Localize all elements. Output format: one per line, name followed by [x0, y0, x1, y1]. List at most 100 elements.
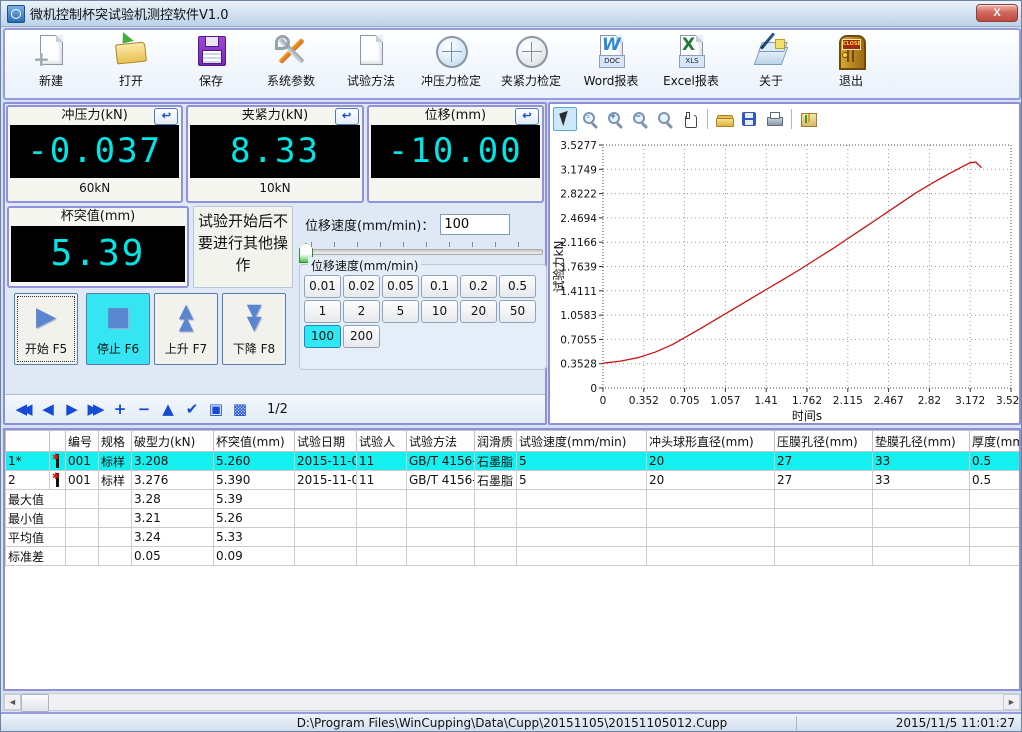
control-button-label: 下降 F8 [233, 340, 275, 357]
column-header[interactable] [6, 431, 50, 452]
chart-pan-icon[interactable] [678, 107, 702, 131]
close-button[interactable]: X [976, 4, 1018, 22]
chart-open-icon[interactable] [712, 107, 736, 131]
speed-preset-200[interactable]: 200 [343, 325, 380, 348]
column-header[interactable]: 压膜孔径(mm) [775, 431, 873, 452]
chart-save-icon[interactable] [737, 107, 761, 131]
table-cell: 0.5 [970, 452, 1022, 471]
navigator-last-icon[interactable]: ▶▶ [85, 398, 107, 420]
specimen-marker-icon [52, 454, 62, 468]
zero-reset-icon[interactable]: ↩ [335, 108, 359, 125]
chart-cursor-icon[interactable] [553, 107, 577, 131]
navigator-prior-icon[interactable]: ◀ [37, 398, 59, 420]
table-cell: 27 [775, 471, 873, 490]
speed-preset-50[interactable]: 50 [499, 300, 536, 323]
control-button-play[interactable]: ▶ 开始 F5 [14, 293, 78, 365]
slider-track[interactable] [301, 249, 543, 255]
toolbar-button-3[interactable]: 保存 [175, 33, 247, 97]
column-header[interactable]: 试验人 [357, 431, 407, 452]
column-header[interactable]: 规格 [99, 431, 132, 452]
chart-toolbar-separator [791, 109, 792, 129]
toolbar-button-4[interactable]: 系统参数 [255, 33, 327, 97]
navigator-first-icon[interactable]: ◀◀ [13, 398, 35, 420]
table-cell: 2015-11-05 [295, 452, 357, 471]
column-header[interactable]: 试验速度(mm/min) [517, 431, 647, 452]
control-button-down[interactable]: ▼▼ 下降 F8 [222, 293, 286, 365]
toolbar-button-6[interactable]: 冲压力检定 [415, 33, 487, 97]
titlebar: 微机控制杯突试验机测控软件V1.0 X [1, 1, 1022, 27]
speed-preset-0.05[interactable]: 0.05 [382, 275, 419, 298]
scroll-left-arrow-icon[interactable]: ◄ [4, 694, 21, 710]
speed-preset-0.2[interactable]: 0.2 [460, 275, 497, 298]
navigator-post-icon[interactable]: ✔ [181, 398, 203, 420]
toolbar-button-9[interactable]: XXLS Excel报表 [655, 33, 727, 97]
speed-preset-100[interactable]: 100 [304, 325, 341, 348]
chart-zoom-window-icon[interactable]: ▫ [578, 107, 602, 131]
window-title: 微机控制杯突试验机测控软件V1.0 [30, 4, 229, 23]
column-header[interactable]: 试验方法 [407, 431, 475, 452]
navigator-delete-icon[interactable]: − [133, 398, 155, 420]
navigator-cancel-icon[interactable]: ▩ [229, 398, 251, 420]
horizontal-scrollbar[interactable]: ◄ ► [3, 693, 1021, 711]
toolbar-button-5[interactable]: 试验方法 [335, 33, 407, 97]
control-button-label: 停止 F6 [97, 340, 139, 357]
display-3: 位移(mm) -10.00 ↩ [367, 105, 544, 203]
scrollbar-thumb[interactable] [21, 694, 49, 712]
navigator-refresh-icon[interactable]: ▣ [205, 398, 227, 420]
chart-zoom-icon[interactable] [653, 107, 677, 131]
table-cell: GB/T 4156- [407, 452, 475, 471]
navigator-next-icon[interactable]: ▶ [61, 398, 83, 420]
table-cell: 标样 [99, 471, 132, 490]
speed-input[interactable] [440, 214, 510, 235]
column-header[interactable] [50, 431, 66, 452]
table-row[interactable]: 1* 001标样3.2085.2602015-11-0511GB/T 4156-… [6, 452, 1022, 471]
column-header[interactable]: 杯突值(mm) [214, 431, 295, 452]
column-header[interactable]: 编号 [66, 431, 99, 452]
toolbar-button-2[interactable]: 打开 [95, 33, 167, 97]
toolbar-button-label: 新建 [39, 72, 63, 89]
column-header[interactable]: 厚度(mm) [970, 431, 1022, 452]
row-marker-cell [50, 471, 66, 490]
column-header[interactable]: 垫膜孔径(mm) [873, 431, 970, 452]
toolbar-button-10[interactable]: 关于 [735, 33, 807, 97]
toolbar-button-8[interactable]: WDOC Word报表 [575, 33, 647, 97]
zero-reset-icon[interactable]: ↩ [154, 108, 178, 125]
control-button-stop[interactable]: ■ 停止 F6 [86, 293, 150, 365]
column-header[interactable]: 试验日期 [295, 431, 357, 452]
chart-zoom-in-icon[interactable]: + [603, 107, 627, 131]
table-cell: 石墨脂 [475, 452, 517, 471]
stop-icon: ■ [106, 294, 131, 340]
navigator-edit-icon[interactable]: ▲ [157, 398, 179, 420]
zero-reset-icon[interactable]: ↩ [515, 108, 539, 125]
speed-preset-0.02[interactable]: 0.02 [343, 275, 380, 298]
speed-input-label: 位移速度(mm/min)： [305, 215, 434, 234]
stat-cup-value: 5.33 [214, 528, 295, 547]
speed-preset-2[interactable]: 2 [343, 300, 380, 323]
column-header[interactable]: 破型力(kN) [132, 431, 214, 452]
stat-label: 标准差 [6, 547, 66, 566]
speed-preset-1[interactable]: 1 [304, 300, 341, 323]
toolbar-button-label: 退出 [839, 72, 863, 89]
toolbar-button-1[interactable]: + 新建 [15, 33, 87, 97]
chart-zoom-out-icon[interactable]: − [628, 107, 652, 131]
table-row[interactable]: 2 001标样3.2765.3902015-11-0511GB/T 4156-石… [6, 471, 1022, 490]
control-button-up[interactable]: ▲▲ 上升 F7 [154, 293, 218, 365]
column-header[interactable]: 冲头球形直径(mm) [647, 431, 775, 452]
display-range: 10kN [188, 178, 361, 198]
chart-print-icon[interactable] [762, 107, 786, 131]
toolbar-button-11[interactable]: CLOSE 退出 [815, 33, 887, 97]
speed-preset-0.1[interactable]: 0.1 [421, 275, 458, 298]
column-header[interactable]: 润滑质 [475, 431, 517, 452]
speed-preset-0.5[interactable]: 0.5 [499, 275, 536, 298]
navigator-insert-icon[interactable]: + [109, 398, 131, 420]
speed-preset-20[interactable]: 20 [460, 300, 497, 323]
clamp-force-gauge-icon [513, 33, 549, 71]
speed-preset-10[interactable]: 10 [421, 300, 458, 323]
svg-text:0.3528: 0.3528 [560, 359, 597, 371]
speed-preset-5[interactable]: 5 [382, 300, 419, 323]
scroll-right-arrow-icon[interactable]: ► [1003, 694, 1020, 710]
toolbar-button-7[interactable]: 夹紧力检定 [495, 33, 567, 97]
speed-preset-0.01[interactable]: 0.01 [304, 275, 341, 298]
chart-export-icon[interactable] [796, 107, 820, 131]
svg-text:3.524: 3.524 [996, 395, 1020, 407]
